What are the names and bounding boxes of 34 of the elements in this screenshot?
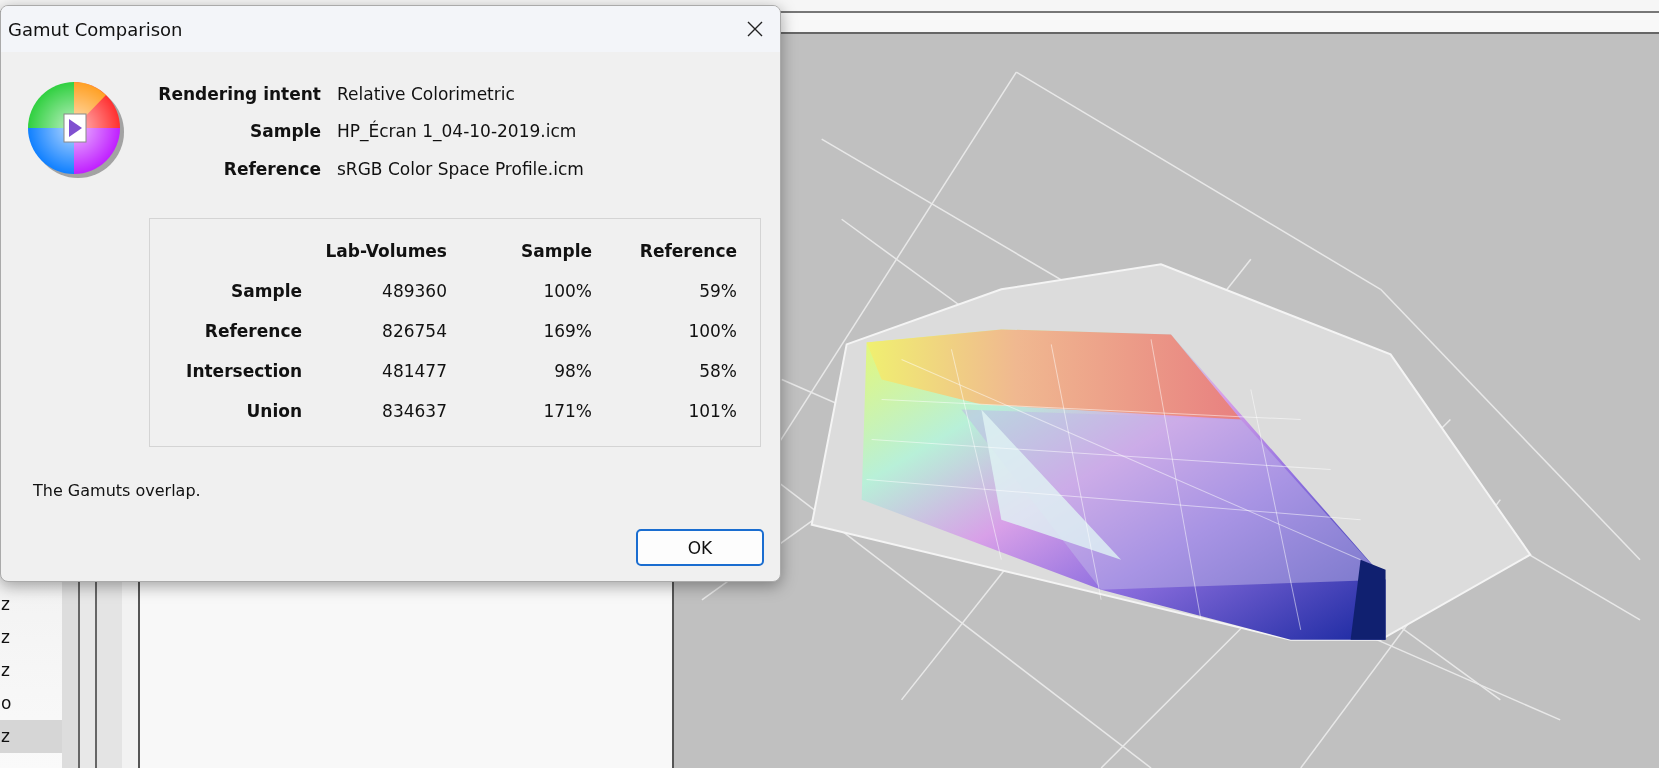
table-cell-text: 826754: [381, 321, 447, 343]
close-icon: [747, 21, 763, 37]
column-header: Sample: [520, 241, 592, 263]
field-value: sRGB Color Space Profile.icm: [337, 158, 584, 180]
row-header: Sample: [230, 281, 302, 303]
table-cell-text: 98%: [553, 361, 592, 383]
table-cell-text: 100%: [687, 321, 737, 343]
list-item[interactable]: z: [0, 654, 62, 687]
table-cell-text: 100%: [542, 281, 592, 303]
status-message: The Gamuts overlap.: [33, 481, 202, 500]
table-cell-text: 101%: [687, 401, 737, 423]
field-label: Reference: [222, 158, 321, 180]
column-header: Reference: [638, 241, 737, 263]
table-cell-text: 834637: [381, 401, 447, 423]
field-label: Rendering intent: [157, 84, 321, 106]
list-item[interactable]: z: [0, 621, 62, 654]
row-header: Union: [245, 401, 302, 423]
table-cell-text: 481477: [381, 361, 447, 383]
list-item[interactable]: o: [0, 687, 62, 720]
table-cell-text: 59%: [698, 281, 737, 303]
field-label: Sample: [249, 121, 321, 143]
table-cell-text: 171%: [542, 401, 592, 423]
field-value: HP_Écran 1_04-10-2019.icm: [337, 121, 578, 143]
table-cell-text: 58%: [698, 361, 737, 383]
table-cell-text: 169%: [542, 321, 592, 343]
ok-button[interactable]: OK: [636, 529, 764, 566]
row-header: Intersection: [185, 361, 302, 383]
field-value: Relative Colorimetric: [337, 84, 516, 106]
list-item[interactable]: z: [0, 588, 62, 621]
window-title: Gamut Comparison: [8, 18, 183, 40]
table-cell-text: 489360: [381, 281, 447, 303]
list-item[interactable]: z: [0, 720, 62, 753]
column-header: Lab-Volumes: [324, 241, 447, 263]
row-header: Reference: [203, 321, 302, 343]
